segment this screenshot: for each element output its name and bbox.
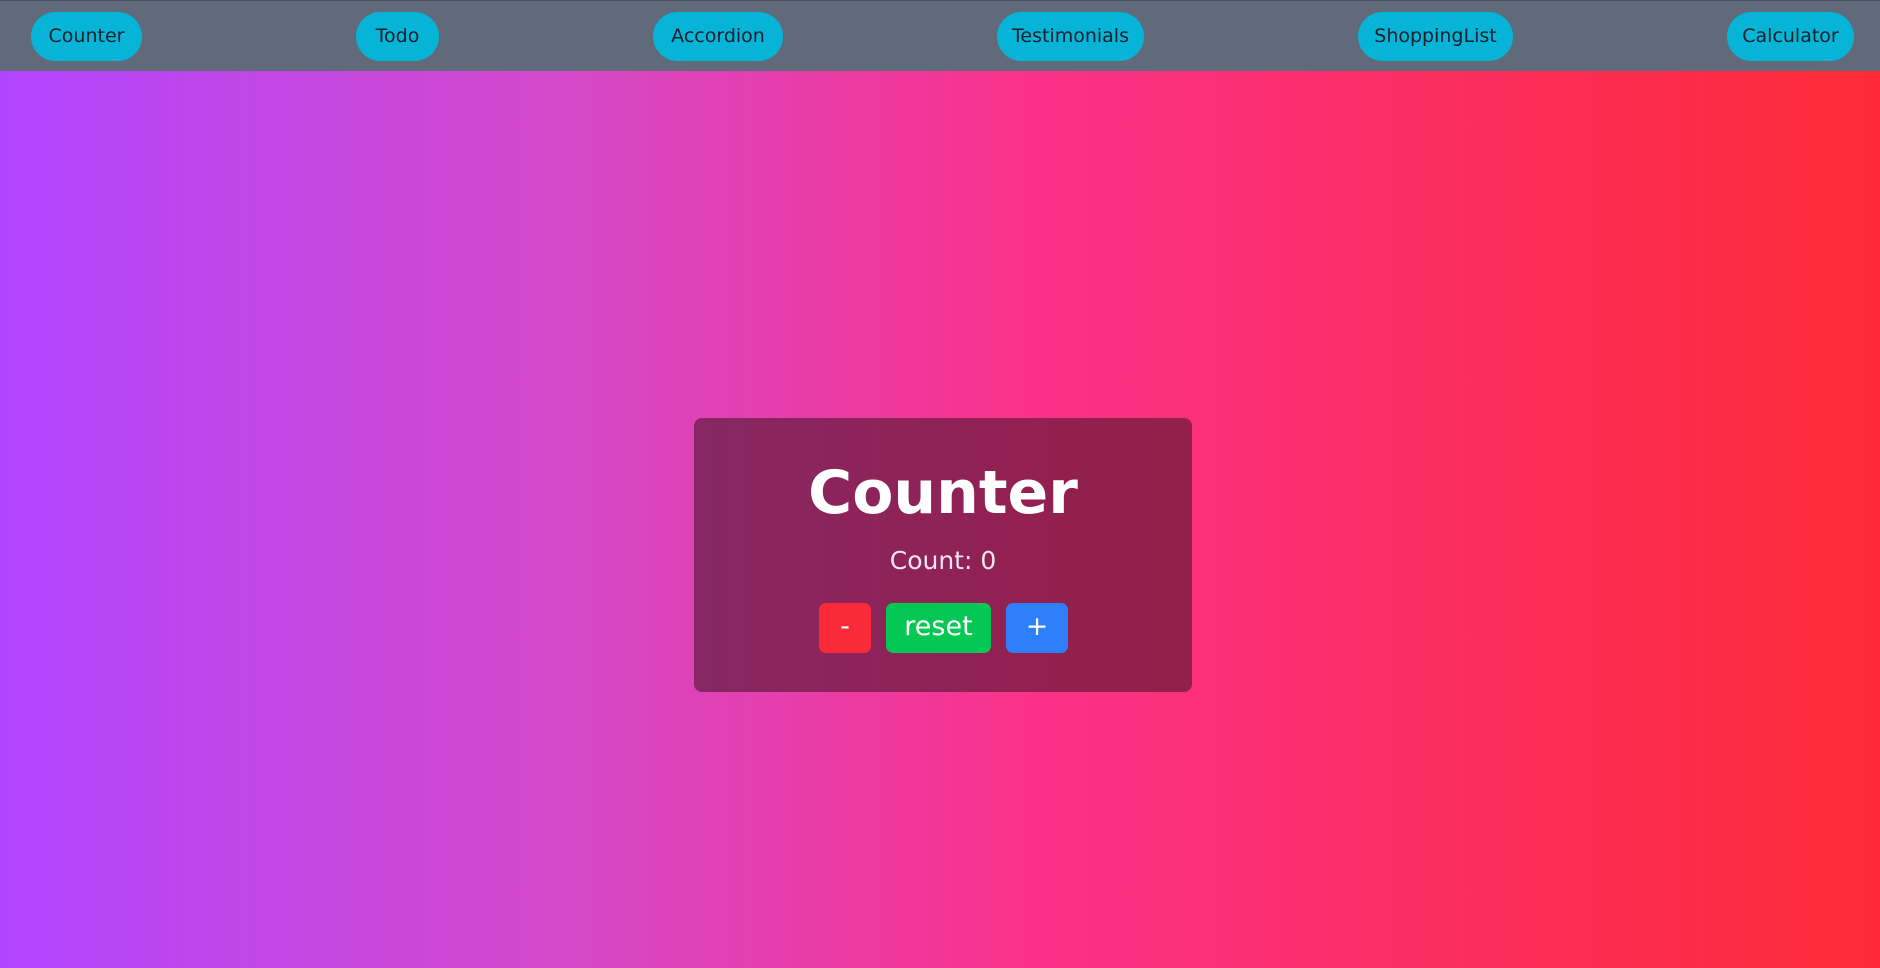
nav-todo-button[interactable]: Todo [356, 12, 439, 61]
nav-testimonials-button[interactable]: Testimonials [997, 12, 1144, 61]
counter-title: Counter [808, 458, 1078, 528]
counter-card: Counter Count: 0 - reset + [694, 418, 1192, 692]
top-navigation: Counter Todo Accordion Testimonials Shop… [0, 0, 1880, 71]
count-display: Count: 0 [889, 546, 997, 575]
nav-counter-button[interactable]: Counter [31, 12, 142, 61]
increment-button[interactable]: + [1006, 603, 1068, 653]
nav-accordion-button[interactable]: Accordion [653, 12, 783, 61]
reset-button[interactable]: reset [886, 603, 991, 653]
decrement-button[interactable]: - [819, 603, 871, 653]
nav-shoppinglist-button[interactable]: ShoppingList [1358, 12, 1513, 61]
gradient-background: Counter Count: 0 - reset + [0, 71, 1880, 968]
nav-calculator-button[interactable]: Calculator [1727, 12, 1854, 61]
